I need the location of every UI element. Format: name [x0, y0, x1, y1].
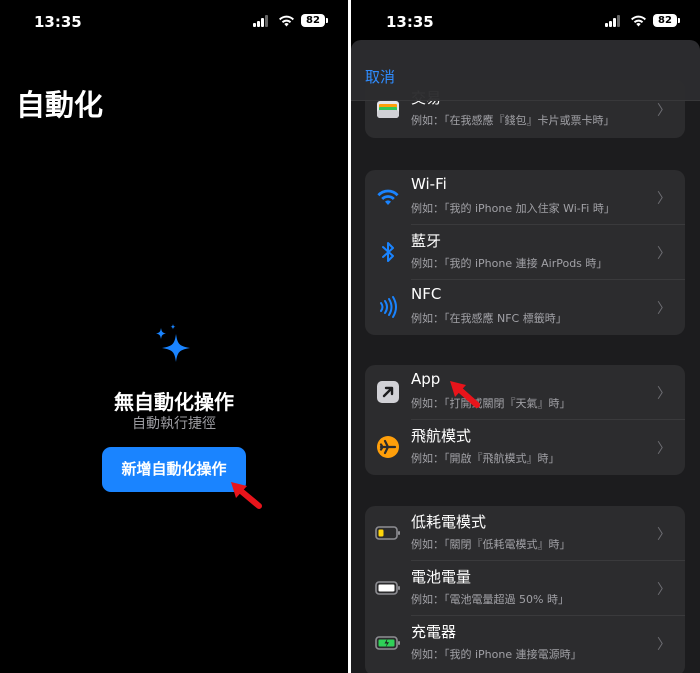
annotation-arrow-icon	[231, 482, 262, 509]
status-time: 13:35	[386, 13, 434, 31]
low-battery-icon	[375, 526, 400, 540]
trigger-subtitle: 例如：「我的 iPhone 連接 AirPods 時」	[411, 257, 608, 270]
cancel-button[interactable]: 取消	[365, 66, 395, 87]
battery-status: 82	[301, 14, 328, 27]
wifi-icon	[377, 189, 399, 205]
battery-status: 82	[653, 14, 680, 27]
nfc-icon	[380, 296, 397, 318]
chevron-right-icon: 〉	[657, 246, 671, 262]
automation-screen: 13:35 82 自動化 無自動化操作 自動執行捷徑 新增自動化操作	[0, 0, 348, 673]
trigger-row-charger[interactable]: 充電器 例如：「我的 iPhone 連接電源時」 〉	[365, 616, 685, 671]
bluetooth-icon	[382, 242, 394, 262]
sheet-navbar: 取消	[351, 40, 700, 101]
cellular-signal-icon	[253, 15, 270, 27]
trigger-title: 飛航模式	[411, 427, 472, 445]
chevron-right-icon: 〉	[657, 103, 671, 119]
trigger-title: App	[411, 370, 441, 388]
status-time: 13:35	[34, 13, 82, 31]
annotation-arrow-icon	[450, 381, 480, 408]
status-bar: 13:35 82	[0, 0, 348, 44]
trigger-group-apps: App 例如：「打開或關閉『天氣』時」 〉 飛航模式 例如：「開啟『飛航模式』時…	[365, 365, 685, 475]
chevron-right-icon: 〉	[657, 527, 671, 543]
trigger-title: 低耗電模式	[411, 513, 487, 531]
new-automation-button[interactable]: 新增自動化操作	[102, 447, 246, 492]
trigger-subtitle: 例如：「我的 iPhone 加入住家 Wi-Fi 時」	[411, 202, 615, 215]
wifi-status-icon	[631, 15, 646, 27]
trigger-title: NFC	[411, 285, 442, 303]
trigger-row-app[interactable]: App 例如：「打開或關閉『天氣』時」 〉	[365, 365, 685, 420]
app-arrow-icon	[377, 381, 399, 403]
chevron-right-icon: 〉	[657, 441, 671, 457]
chevron-right-icon: 〉	[657, 582, 671, 598]
sparkles-icon	[156, 324, 190, 362]
trigger-row-battery-level[interactable]: 電池電量 例如：「電池電量超過 50% 時」 〉	[365, 561, 685, 616]
airplane-icon	[377, 436, 399, 458]
empty-state-title: 無自動化操作	[114, 390, 234, 414]
trigger-row-low-power-mode[interactable]: 低耗電模式 例如：「關閉『低耗電模式』時」 〉	[365, 506, 685, 561]
add-automation-screen: 13:35 82 取消 交易 例如：「在我感應『錢包』卡片	[351, 0, 700, 673]
empty-state-subtitle: 自動執行捷徑	[132, 416, 216, 432]
trigger-row-airplane-mode[interactable]: 飛航模式 例如：「開啟『飛航模式』時」 〉	[365, 420, 685, 475]
trigger-subtitle: 例如：「開啟『飛航模式』時」	[411, 452, 560, 465]
trigger-title: Wi-Fi	[411, 175, 447, 193]
status-bar: 13:35 82	[351, 0, 700, 44]
trigger-title: 充電器	[411, 623, 457, 641]
chevron-right-icon: 〉	[657, 191, 671, 207]
trigger-group-connectivity: Wi-Fi 例如：「我的 iPhone 加入住家 Wi-Fi 時」 〉 藍牙 例…	[365, 170, 685, 335]
trigger-subtitle: 例如：「在我感應 NFC 標籤時」	[411, 312, 567, 325]
chevron-right-icon: 〉	[657, 386, 671, 402]
trigger-title: 藍牙	[411, 232, 442, 250]
chevron-right-icon: 〉	[657, 301, 671, 317]
trigger-title: 電池電量	[411, 568, 472, 586]
cellular-signal-icon	[605, 15, 622, 27]
page-title: 自動化	[16, 88, 104, 122]
trigger-group-power: 低耗電模式 例如：「關閉『低耗電模式』時」 〉 電池電量 例如：「電池電量超過 …	[365, 506, 685, 673]
battery-level-icon	[375, 581, 400, 595]
trigger-subtitle: 例如：「在我感應『錢包』卡片或票卡時」	[411, 114, 615, 127]
charger-icon	[375, 636, 400, 650]
trigger-subtitle: 例如：「我的 iPhone 連接電源時」	[411, 648, 582, 661]
trigger-sheet: 取消 交易 例如：「在我感應『錢包』卡片或票卡時」 〉	[351, 40, 700, 673]
wifi-status-icon	[279, 15, 294, 27]
trigger-subtitle: 例如：「打開或關閉『天氣』時」	[411, 397, 571, 410]
trigger-row-wifi[interactable]: Wi-Fi 例如：「我的 iPhone 加入住家 Wi-Fi 時」 〉	[365, 170, 685, 225]
chevron-right-icon: 〉	[657, 637, 671, 653]
trigger-row-nfc[interactable]: NFC 例如：「在我感應 NFC 標籤時」 〉	[365, 280, 685, 335]
trigger-subtitle: 例如：「關閉『低耗電模式』時」	[411, 538, 571, 551]
trigger-subtitle: 例如：「電池電量超過 50% 時」	[411, 593, 569, 606]
trigger-row-bluetooth[interactable]: 藍牙 例如：「我的 iPhone 連接 AirPods 時」 〉	[365, 225, 685, 280]
